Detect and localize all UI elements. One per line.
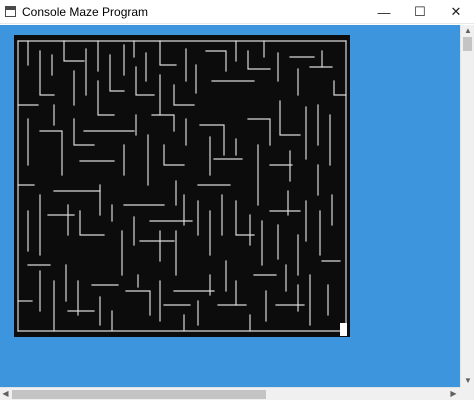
maze-wall xyxy=(73,118,95,146)
maze-wall xyxy=(97,80,115,116)
maze-wall xyxy=(63,40,85,62)
maze-wall xyxy=(163,144,185,166)
scroll-left-arrow-icon[interactable]: ◀ xyxy=(0,388,11,400)
close-button[interactable]: ✕ xyxy=(436,0,474,24)
scrollbar-corner xyxy=(460,387,474,400)
maze-wall xyxy=(205,50,227,72)
maze-wall xyxy=(151,114,175,132)
title-bar[interactable]: Console Maze Program — ☐ ✕ xyxy=(0,0,474,24)
scroll-up-arrow-icon[interactable]: ▲ xyxy=(461,25,474,36)
console-window-icon xyxy=(5,6,16,17)
maze-wall xyxy=(247,50,271,70)
maze-wall xyxy=(125,290,151,316)
window-title: Console Maze Program xyxy=(22,5,149,19)
minimize-button[interactable]: — xyxy=(364,0,404,24)
vertical-scrollbar[interactable]: ▲ ▼ xyxy=(460,25,474,387)
horizontal-scrollbar[interactable]: ◀ ▶ xyxy=(0,387,460,400)
maze-wall xyxy=(235,200,255,236)
vertical-scroll-thumb[interactable] xyxy=(463,37,472,51)
maximize-button[interactable]: ☐ xyxy=(400,0,440,24)
maze-wall xyxy=(39,130,63,176)
horizontal-scroll-thumb[interactable] xyxy=(12,390,266,399)
maze-exit-cursor xyxy=(340,323,347,336)
scroll-down-arrow-icon[interactable]: ▼ xyxy=(461,375,474,386)
maze-wall xyxy=(135,66,155,96)
scroll-right-arrow-icon[interactable]: ▶ xyxy=(448,388,459,400)
maze-wall xyxy=(199,124,225,156)
maze-wall xyxy=(333,80,347,96)
maze-wall xyxy=(159,40,177,66)
maze-wall xyxy=(247,118,271,146)
maze-wall xyxy=(173,84,195,106)
maze-wall xyxy=(109,54,125,92)
maze-wall xyxy=(279,100,301,136)
maze-canvas xyxy=(14,35,350,337)
